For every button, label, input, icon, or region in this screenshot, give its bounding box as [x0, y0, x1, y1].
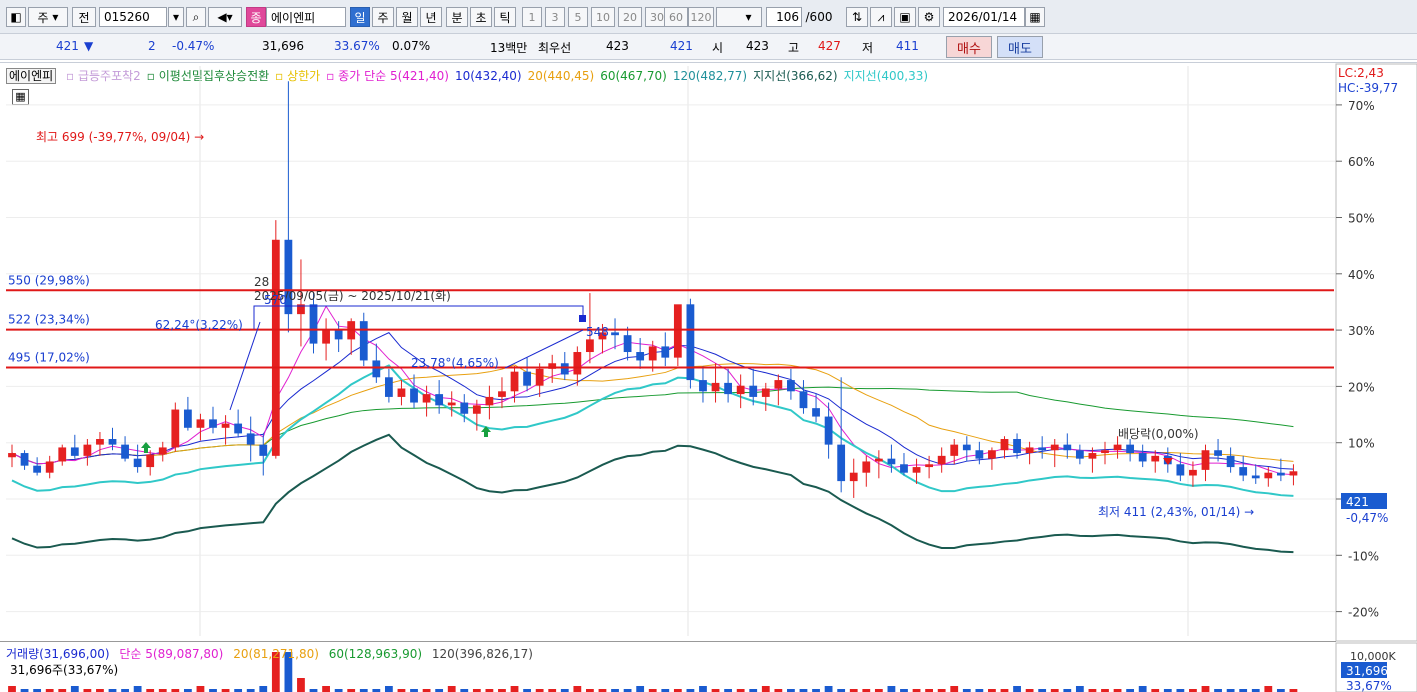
interval-60[interactable]: 60 — [664, 7, 688, 27]
low-label: 저 — [862, 41, 874, 55]
legend-item[interactable]: ▫ 종가 단순 5(421,40) — [326, 69, 449, 83]
best-ask: 423 — [606, 39, 629, 53]
high-label: 고 — [788, 41, 800, 55]
search-icon[interactable]: ⌕ — [186, 7, 206, 27]
stock-name-field[interactable]: 에이엔피 — [266, 7, 346, 27]
count-total: /600 — [805, 10, 833, 24]
period-month[interactable]: 월 — [396, 7, 418, 27]
date-input[interactable]: 2026/01/14 — [943, 7, 1025, 27]
period-year[interactable]: 년 — [420, 7, 442, 27]
open-price: 423 — [746, 39, 769, 53]
panel-divider — [0, 641, 1336, 642]
turnover: 0.07% — [392, 39, 431, 53]
interval-3[interactable]: 3 — [545, 7, 565, 27]
legend-item[interactable]: 60(467,70) — [600, 69, 667, 83]
code-dropdown-icon[interactable]: ▾ — [168, 7, 184, 27]
table-toggle-icon[interactable]: ▦ — [12, 89, 29, 105]
buy-button[interactable]: 매수 — [946, 36, 992, 58]
top-toolbar: ◧ 주 ▾ 전 015260 ▾ ⌕ ◀▾ 종 에이엔피 일 주 월 년 분 초… — [0, 0, 1417, 34]
stock-badge: 종 — [246, 7, 266, 27]
best-bid: 421 — [670, 39, 693, 53]
quote-bar: 421 ▼ 2 -0.47% 31,696 33.67% 0.07% 13백만 … — [0, 34, 1417, 60]
gear-icon[interactable]: ⚙ — [918, 7, 940, 27]
indicator-legend: 에이엔피 ▫ 급등주포착2 ▫ 이평선밀집후상승전환 ▫ 상한가 ▫ 종가 단순 5(… — [6, 67, 940, 84]
prev-button[interactable]: 전 — [72, 7, 96, 27]
high-price: 427 — [818, 39, 841, 53]
compare-icon[interactable]: ⇅ — [846, 7, 868, 27]
volume-title: 거래량(31,696,00) — [6, 647, 110, 661]
legend-item[interactable]: ▫ 상한가 — [275, 69, 320, 83]
legend-item[interactable]: 120(482,77) — [673, 69, 747, 83]
legend-item[interactable]: 10(432,40) — [455, 69, 522, 83]
period-tick[interactable]: 틱 — [494, 7, 516, 27]
legend-item[interactable]: 지지선(366,62) — [753, 69, 837, 83]
volume-ma120: 120(396,826,17) — [431, 647, 533, 661]
count-input[interactable]: 106 — [766, 7, 802, 27]
volume-current: 31,696주(33,67%) — [10, 663, 119, 677]
legend-item[interactable]: ▫ 급등주포착2 — [66, 69, 141, 83]
volume-ma5: 단순 5(89,087,80) — [119, 647, 224, 661]
volume-legend: 거래량(31,696,00) 단순 5(89,087,80) 20(81,271… — [6, 645, 539, 662]
current-price: 421 — [56, 39, 79, 53]
price-change: 2 — [148, 39, 156, 53]
legend-item[interactable]: 지지선(400,33) — [844, 69, 928, 83]
low-price: 411 — [896, 39, 919, 53]
best-price-label: 최우선 — [538, 41, 572, 55]
volume-pct: 33.67% — [334, 39, 380, 53]
down-arrow-icon: ▼ — [84, 39, 94, 53]
interval-120[interactable]: 120 — [688, 7, 714, 27]
interval-5[interactable]: 5 — [568, 7, 588, 27]
stock-name-tag[interactable]: 에이엔피 — [6, 68, 57, 84]
volume: 31,696 — [262, 39, 304, 53]
market-select[interactable]: 주 ▾ — [28, 7, 68, 27]
line-tool-icon[interactable]: ⩘ — [870, 7, 892, 27]
sound-icon[interactable]: ◀▾ — [208, 7, 242, 27]
save-icon[interactable]: ▣ — [894, 7, 916, 27]
trade-amount: 13백만 — [490, 41, 528, 55]
chart-type-icon[interactable]: ◧ — [6, 7, 26, 27]
period-day[interactable]: 일 — [350, 7, 370, 27]
chart-area — [0, 62, 1417, 692]
stock-code-input[interactable]: 015260 — [99, 7, 167, 27]
volume-ma60: 60(128,963,90) — [328, 647, 423, 661]
period-minute[interactable]: 분 — [446, 7, 468, 27]
interval-20[interactable]: 20 — [618, 7, 642, 27]
interval-dropdown[interactable]: ▾ — [716, 7, 762, 27]
interval-10[interactable]: 10 — [591, 7, 615, 27]
period-second[interactable]: 초 — [470, 7, 492, 27]
interval-1[interactable]: 1 — [522, 7, 542, 27]
sell-button[interactable]: 매도 — [997, 36, 1043, 58]
period-week[interactable]: 주 — [372, 7, 394, 27]
legend-item[interactable]: 20(440,45) — [528, 69, 595, 83]
price-change-pct: -0.47% — [172, 39, 215, 53]
legend-items: ▫ 급등주포착2 ▫ 이평선밀집후상승전환 ▫ 상한가 ▫ 종가 단순 5(421,4… — [66, 69, 934, 83]
volume-ma20: 20(81,271,80) — [233, 647, 319, 661]
calendar-icon[interactable]: ▦ — [1025, 7, 1045, 27]
market-label: 주 — [37, 10, 49, 25]
open-label: 시 — [712, 41, 724, 55]
legend-item[interactable]: ▫ 이평선밀집후상승전환 — [147, 69, 269, 83]
